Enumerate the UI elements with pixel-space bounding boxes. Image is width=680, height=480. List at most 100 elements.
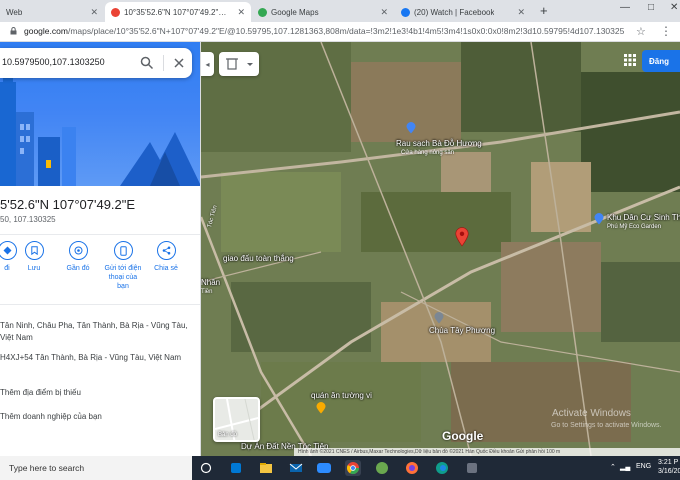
save-button[interactable]: Lưu: [15, 241, 53, 273]
add-business-link[interactable]: Thêm doanh nghiệp của bạn: [0, 411, 196, 423]
url-path: /maps/place/10°35'52.6"N+107°07'49.2"E/@…: [67, 26, 624, 36]
poi-label[interactable]: Nhân: [201, 278, 220, 287]
collapse-panel-button[interactable]: ◂: [201, 52, 214, 76]
close-icon[interactable]: ✕: [380, 7, 388, 18]
location-pin-icon[interactable]: [455, 227, 469, 247]
poi-category: Phú Mỹ Eco Garden: [607, 224, 662, 230]
browser-tab-strip: Web ✕ 10°35'52.6"N 107°07'49.2"E - Go ✕ …: [0, 0, 680, 22]
search-divider: [163, 55, 164, 71]
poi-label[interactable]: Khu Dân Cư Sinh Th: [607, 213, 680, 222]
clock-time: 3:21 P: [658, 459, 679, 466]
windows-taskbar: Type here to search ⌃ ▂▄ ENG 3:21 P 3/16…: [0, 456, 680, 480]
tab-google-maps[interactable]: Google Maps ✕: [252, 2, 394, 22]
poi-label[interactable]: giao đấu toàn thắng: [223, 254, 294, 263]
poi-category: Cửa hàng nông sản: [401, 150, 455, 156]
share-label: Chia sẻ: [154, 265, 178, 272]
poi-category: Tiền: [201, 289, 213, 295]
browser-menu-icon[interactable]: ⋮: [660, 24, 672, 38]
nearby-label: Gần đó: [66, 265, 90, 272]
address-row[interactable]: Tân Ninh, Châu Pha, Tân Thành, Bà Rịa - …: [0, 320, 196, 344]
tab-label: Web: [6, 7, 23, 17]
edge-icon[interactable]: [434, 460, 450, 476]
search-icon[interactable]: [140, 56, 154, 70]
divider: [0, 234, 200, 235]
sign-in-button[interactable]: Đăng: [642, 50, 680, 72]
bookmark-icon: [24, 241, 44, 260]
tray-chevron-icon[interactable]: ⌃: [610, 463, 616, 471]
satellite-imagery: [201, 42, 680, 456]
poi-label[interactable]: Rau sạch Bà Đỗ Hương: [396, 139, 482, 148]
close-icon[interactable]: ✕: [517, 7, 525, 18]
place-panel: 10.5979500,107.1303250 5'52.6"N 107°07'4…: [0, 42, 201, 456]
action-row: đi Lưu Gần đó Gửi tới điện thoại của bạn…: [0, 241, 200, 303]
trash-icon: [226, 58, 253, 70]
temple-pin-icon[interactable]: [434, 312, 444, 324]
place-decimal-coords: 50, 107.130325: [0, 215, 56, 224]
nearby-icon: [68, 241, 88, 260]
map-footer[interactable]: Hình ảnh ©2021 CNES / Airbus,Maxar Techn…: [294, 448, 680, 456]
app-green-icon[interactable]: [374, 460, 390, 476]
new-tab-plus-icon[interactable]: +: [540, 3, 548, 18]
tab-label: Google Maps: [271, 7, 319, 17]
tab-label: (20) Watch | Facebook: [414, 7, 495, 17]
maps-favicon-icon: [111, 7, 120, 17]
divider: [0, 304, 200, 305]
taskbar-clock[interactable]: 3:21 P 3/16/20: [658, 458, 680, 476]
zoom-icon[interactable]: [316, 460, 332, 476]
bookmark-star-icon[interactable]: ☆: [636, 25, 646, 38]
screen: { "browser": { "tabs": [ {"label": "Web"…: [0, 0, 680, 480]
clear-icon[interactable]: [172, 56, 186, 70]
layer-toggle-button[interactable]: [219, 52, 259, 76]
plus-code-row[interactable]: H4XJ+54 Tân Thành, Bà Rịa - Vũng Tàu, Vi…: [0, 352, 196, 364]
task-view-icon[interactable]: [198, 460, 214, 476]
residential-pin-icon[interactable]: [594, 213, 604, 225]
activate-windows-subtitle: Go to Settings to activate Windows.: [551, 422, 662, 429]
taskbar-search-placeholder: Type here to search: [9, 463, 85, 473]
lock-icon: [10, 27, 17, 35]
app-extra-icon[interactable]: [464, 460, 480, 476]
close-icon[interactable]: ✕: [237, 7, 245, 18]
facebook-favicon-icon: [401, 7, 410, 17]
firefox-icon[interactable]: [404, 460, 420, 476]
taskbar-search[interactable]: Type here to search: [0, 456, 192, 480]
phone-icon: [113, 241, 133, 260]
tab-label: 10°35'52.6"N 107°07'49.2"E - Go: [124, 7, 232, 17]
maximize-icon[interactable]: □: [648, 2, 654, 13]
file-explorer-icon[interactable]: [258, 460, 274, 476]
mail-icon[interactable]: [288, 460, 304, 476]
google-logo: Google: [442, 429, 484, 443]
poi-label[interactable]: Chùa Tây Phương: [429, 326, 495, 335]
poi-label[interactable]: quán ăn tường vi: [311, 391, 372, 400]
add-missing-place-link[interactable]: Thêm địa điểm bị thiếu: [0, 387, 196, 399]
maps-favicon-icon: [258, 7, 267, 17]
tab-facebook[interactable]: (20) Watch | Facebook ✕: [395, 2, 531, 22]
nearby-button[interactable]: Gần đó: [59, 241, 97, 273]
search-box[interactable]: 10.5979500,107.1303250: [0, 48, 192, 78]
close-icon[interactable]: ✕: [90, 7, 98, 18]
satellite-map[interactable]: ◂ Đăng Rau sạch Bà Đỗ Hương Cửa hàng nôn…: [201, 42, 680, 456]
language-indicator[interactable]: ENG: [636, 463, 651, 470]
place-title: 5'52.6"N 107°07'49.2"E: [0, 197, 136, 212]
edge-legacy-icon[interactable]: [228, 460, 244, 476]
tab-coordinates[interactable]: 10°35'52.6"N 107°07'49.2"E - Go ✕: [105, 2, 251, 22]
restaurant-pin-icon[interactable]: [316, 402, 326, 414]
window-close-icon[interactable]: ✕: [670, 2, 678, 13]
send-to-phone-button[interactable]: Gửi tới điện thoại của bạn: [103, 241, 143, 291]
search-input[interactable]: 10.5979500,107.1303250: [2, 57, 105, 67]
url-host: google.com: [24, 26, 68, 36]
clock-date: 3/16/20: [658, 468, 680, 475]
activate-windows-title: Activate Windows: [552, 408, 631, 419]
send-to-phone-label: Gửi tới điện thoại của bạn: [104, 265, 142, 290]
map-type-toggle[interactable]: Bản đồ: [213, 397, 260, 442]
minimize-icon[interactable]: —: [620, 2, 630, 13]
apps-grid-icon[interactable]: [624, 54, 636, 66]
tab-web[interactable]: Web ✕: [0, 2, 104, 22]
address-bar[interactable]: google.com/maps/place/10°35'52.6"N+107°0…: [0, 22, 680, 42]
network-icon[interactable]: ▂▄: [620, 463, 630, 471]
chrome-icon[interactable]: [345, 460, 361, 476]
share-button[interactable]: Chia sẻ: [147, 241, 185, 273]
shop-pin-icon[interactable]: [406, 122, 416, 134]
map-type-label: Bản đồ: [218, 432, 238, 438]
url-text[interactable]: google.com/maps/place/10°35'52.6"N+107°0…: [24, 26, 624, 36]
share-icon: [156, 241, 176, 260]
